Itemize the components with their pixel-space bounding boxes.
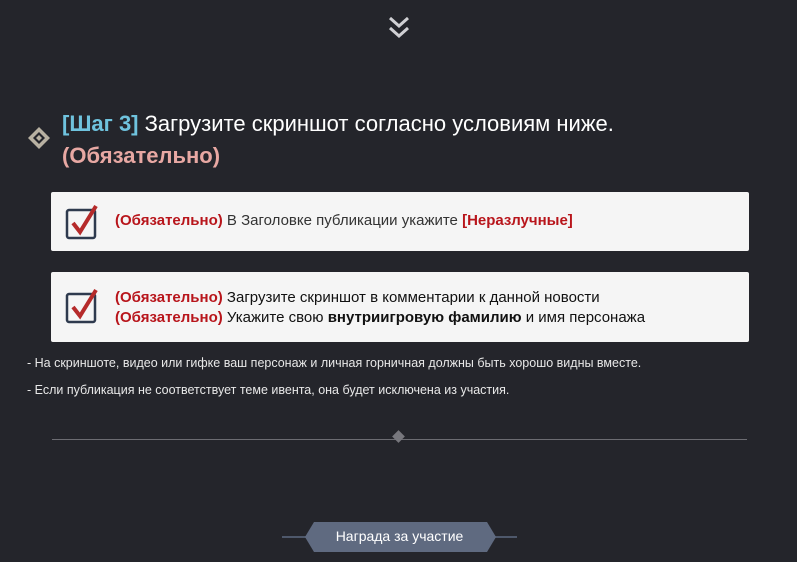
checkbox-checked-icon	[65, 288, 98, 324]
requirement-card-1: (Обязательно) В Заголовке публикации ука…	[51, 192, 749, 251]
reward-button[interactable]: Награда за участие	[282, 522, 517, 552]
checkbox-checked-icon	[65, 204, 98, 240]
notes: - На скриншоте, видео или гифке ваш перс…	[27, 350, 641, 404]
requirement-card-2: (Обязательно) Загрузите скриншот в комме…	[51, 272, 749, 342]
note: - На скриншоте, видео или гифке ваш перс…	[27, 356, 642, 370]
double-chevron-down-icon[interactable]	[388, 16, 410, 40]
note: - Если публикация не соответствует теме …	[27, 383, 510, 397]
divider-diamond-icon	[392, 430, 405, 443]
step-title: [Шаг 3] Загрузите скриншот согласно усло…	[62, 111, 614, 168]
diamond-icon	[28, 127, 50, 149]
